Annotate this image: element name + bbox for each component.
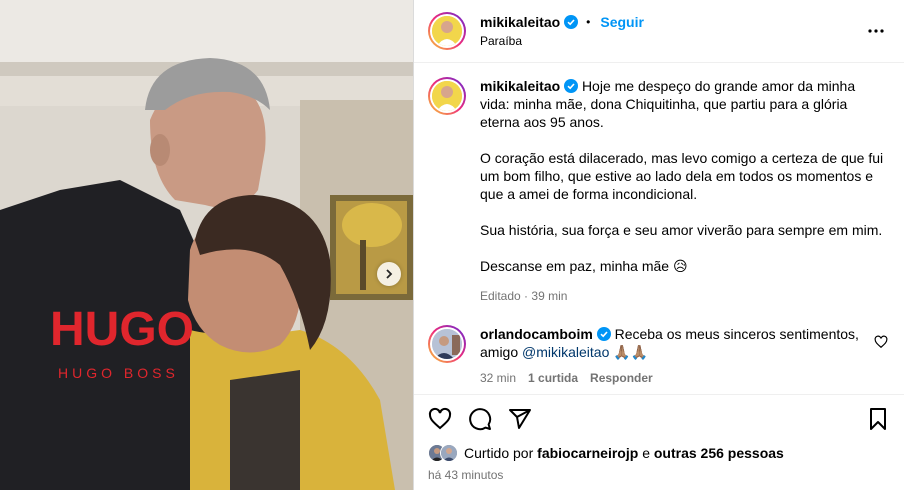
caption-username[interactable]: mikikaleitao <box>480 78 560 94</box>
meta-separator: · <box>524 289 529 303</box>
avatar-portrait-icon <box>432 329 462 359</box>
comment-like-heart-icon[interactable] <box>874 335 888 349</box>
more-horizontal-icon <box>868 29 884 33</box>
next-photo-button[interactable] <box>377 262 401 286</box>
share-paper-plane-icon[interactable] <box>508 407 532 431</box>
caption-time[interactable]: 39 min <box>531 289 567 303</box>
comments-section: mikikaleitao Hoje me despeço do grande a… <box>414 63 904 394</box>
post-side-panel: mikikaleitao • Seguir Paraíba mikikaleit… <box>413 0 904 490</box>
photo-scene: HUGO HUGO BOSS <box>0 0 413 490</box>
comment-emoji: 🙏🏽🙏🏽 <box>613 344 649 360</box>
verified-badge-icon <box>564 79 579 93</box>
verified-badge-icon <box>596 327 611 341</box>
avatar-portrait-icon <box>441 445 457 461</box>
liked-by-user[interactable]: fabiocarneirojp <box>537 445 638 461</box>
edited-label: Editado <box>480 289 521 303</box>
chevron-right-icon <box>386 269 393 279</box>
commenter-username[interactable]: orlandocamboim <box>480 326 593 342</box>
save-bookmark-icon[interactable] <box>866 407 890 431</box>
liked-by-text: Curtido por fabiocarneirojp e outras 256… <box>464 445 784 461</box>
caption-avatar[interactable] <box>428 77 466 115</box>
caption: mikikaleitao Hoje me despeço do grande a… <box>428 77 888 305</box>
author-avatar[interactable] <box>428 12 466 50</box>
post-actions-bar <box>414 394 904 442</box>
post-location[interactable]: Paraíba <box>480 34 864 48</box>
shirt-logo-subtext: HUGO BOSS <box>58 365 179 381</box>
liker-avatar[interactable] <box>440 444 458 462</box>
follow-button[interactable]: Seguir <box>600 14 644 30</box>
header-separator: • <box>586 15 591 29</box>
shirt-logo-text: HUGO <box>50 303 194 356</box>
liked-prefix: Curtido por <box>464 445 534 461</box>
verified-badge-icon <box>564 15 579 29</box>
post-header: mikikaleitao • Seguir Paraíba <box>414 0 904 63</box>
comment-mention[interactable]: @mikikaleitao <box>522 344 609 360</box>
avatar-portrait-icon <box>432 81 462 111</box>
liked-by-row: Curtido por fabiocarneirojp e outras 256… <box>414 442 904 464</box>
more-options-button[interactable] <box>864 19 888 43</box>
caption-paragraph-2: O coração está dilacerado, mas levo comi… <box>480 150 884 202</box>
liked-middle: e <box>642 445 650 461</box>
caption-paragraph-3: Sua história, sua força e seu amor viver… <box>480 222 883 238</box>
caption-meta: Editado · 39 min <box>480 287 888 305</box>
comment-bubble-icon[interactable] <box>468 407 492 431</box>
post-timestamp[interactable]: há 43 minutos <box>414 464 904 490</box>
avatar-portrait-icon <box>432 16 462 46</box>
comment-meta: 32 min 1 curtida Responder <box>480 369 866 387</box>
comment-time[interactable]: 32 min <box>480 369 516 387</box>
author-username[interactable]: mikikaleitao <box>480 14 560 30</box>
reply-button[interactable]: Responder <box>590 369 653 387</box>
like-heart-icon[interactable] <box>428 407 452 431</box>
instagram-post-modal: HUGO HUGO BOSS mikikaleitao • Seguir Par… <box>0 0 904 490</box>
caption-paragraph-4: Descanse em paz, minha mãe 😥 <box>480 258 688 274</box>
post-photo[interactable]: HUGO HUGO BOSS <box>0 0 413 490</box>
commenter-avatar[interactable] <box>428 325 466 363</box>
comment-item: orlandocamboim Receba os meus sinceros s… <box>428 325 888 387</box>
comment-likes[interactable]: 1 curtida <box>528 369 578 387</box>
liked-others[interactable]: outras 256 pessoas <box>654 445 784 461</box>
